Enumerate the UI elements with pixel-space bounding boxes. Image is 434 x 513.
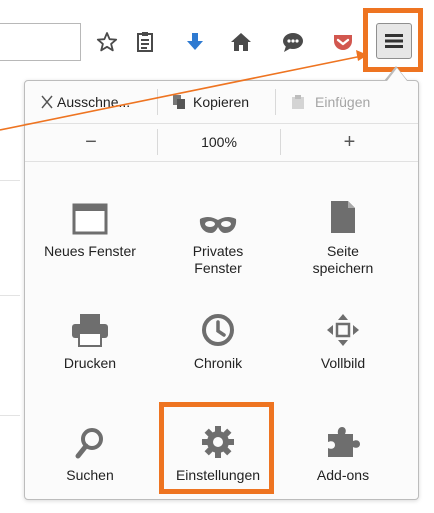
pocket-icon[interactable]	[328, 27, 358, 57]
mask-icon	[158, 191, 278, 235]
menu-button[interactable]	[376, 23, 412, 59]
window-icon	[30, 191, 150, 235]
chat-icon[interactable]	[278, 27, 308, 57]
print-label: Drucken	[63, 355, 117, 371]
browser-toolbar	[0, 0, 434, 80]
fullscreen-button[interactable]: Vollbild	[283, 303, 403, 372]
save-page-label-line1: Seite	[327, 243, 359, 259]
divider	[0, 295, 20, 296]
new-window-button[interactable]: Neues Fenster	[30, 191, 150, 260]
divider	[0, 415, 20, 416]
search-button[interactable]: Suchen	[30, 415, 150, 484]
private-window-label-line1: Privates	[192, 243, 244, 259]
page-icon	[283, 191, 403, 235]
cut-button[interactable]: Ausschne...	[39, 81, 130, 123]
zoom-controls-row: − 100% +	[25, 123, 418, 162]
zoom-out-button[interactable]: −	[25, 123, 157, 161]
settings-highlight-box	[159, 402, 274, 494]
fullscreen-icon	[283, 303, 403, 347]
add-ons-button[interactable]: Add-ons	[283, 415, 403, 484]
paste-label: Einfügen	[315, 94, 371, 110]
menu-button-highlight	[363, 8, 423, 72]
search-label: Suchen	[66, 467, 114, 483]
download-icon[interactable]	[180, 27, 210, 57]
cut-label: Ausschne...	[57, 94, 131, 110]
private-window-button[interactable]: Privates Fenster	[158, 191, 278, 277]
zoom-out-label: −	[85, 130, 97, 153]
copy-button[interactable]: Kopieren	[171, 81, 249, 123]
star-icon[interactable]	[92, 27, 122, 57]
reading-list-icon[interactable]	[130, 27, 160, 57]
save-page-label-line2: speichern	[312, 260, 374, 276]
private-window-label-line2: Fenster	[194, 260, 242, 276]
scissors-icon	[41, 95, 53, 109]
edit-controls-row: Ausschne... Kopieren Einfügen	[25, 81, 418, 124]
copy-label: Kopieren	[193, 94, 250, 110]
hamburger-menu-icon	[385, 34, 403, 48]
separator	[275, 89, 276, 115]
divider	[0, 180, 20, 181]
fullscreen-label: Vollbild	[320, 355, 366, 371]
printer-icon	[30, 303, 150, 347]
zoom-in-button[interactable]: +	[281, 123, 418, 161]
print-button[interactable]: Drucken	[30, 303, 150, 372]
history-label: Chronik	[193, 355, 243, 371]
separator	[157, 89, 158, 115]
history-button[interactable]: Chronik	[158, 303, 278, 372]
zoom-reset-button[interactable]: 100%	[158, 123, 280, 161]
zoom-level: 100%	[201, 134, 237, 150]
add-ons-label: Add-ons	[316, 467, 370, 483]
new-window-label: Neues Fenster	[44, 243, 136, 259]
home-icon[interactable]	[226, 27, 256, 57]
search-icon	[30, 415, 150, 459]
page-background	[0, 80, 24, 513]
puzzle-icon	[283, 415, 403, 459]
copy-icon	[173, 95, 185, 109]
url-bar[interactable]	[0, 23, 81, 61]
clock-icon	[158, 303, 278, 347]
zoom-in-label: +	[343, 130, 356, 153]
save-page-button[interactable]: Seite speichern	[283, 191, 403, 277]
clipboard-icon	[292, 95, 304, 109]
paste-button[interactable]: Einfügen	[291, 81, 370, 123]
panel-arrow-inner	[387, 68, 407, 81]
